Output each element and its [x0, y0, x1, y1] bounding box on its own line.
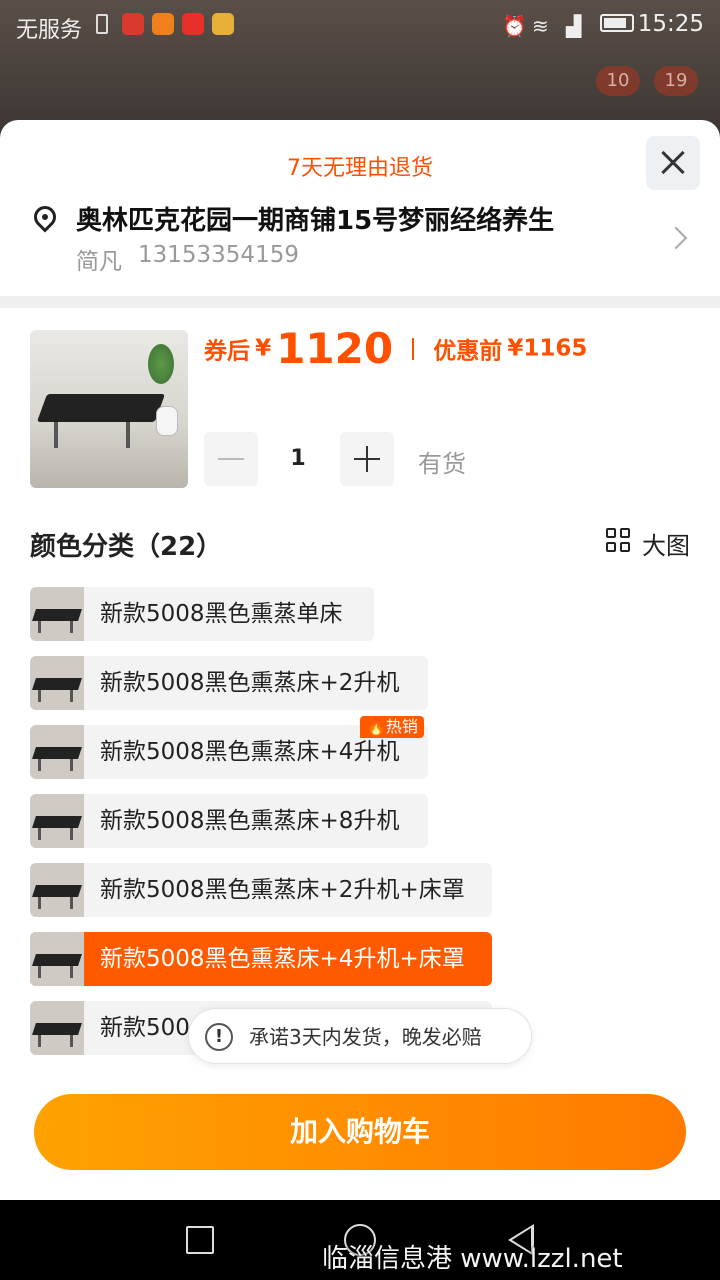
sku-selector-sheet: 7天无理由退货 奥林匹克花园一期商铺15号梦丽经络养生 简凡 131533541…: [0, 120, 720, 1200]
recipient-phone: 13153354159: [138, 242, 299, 268]
coupon-price-label: 券后: [204, 338, 250, 365]
app-notification-icon: [152, 13, 174, 35]
option-label: 新款5008黑色熏蒸床+8升机: [100, 808, 400, 834]
app-notification-icon: [212, 13, 234, 35]
chevron-right-icon: [664, 226, 688, 250]
option-chip-selected[interactable]: 新款5008黑色熏蒸床+4升机+床罩: [30, 932, 492, 986]
status-bar: 无服务 ⏰ ≋ ▟ 15:25: [0, 0, 720, 50]
original-price-label: 优惠前: [433, 338, 503, 365]
background-badge: 10: [596, 66, 640, 96]
shipping-address[interactable]: 奥林匹克花园一期商铺15号梦丽经络养生 简凡 13153354159: [29, 200, 700, 280]
option-thumbnail: [30, 863, 84, 917]
recent-apps-icon[interactable]: [186, 1226, 214, 1254]
option-label: 新款500: [100, 1015, 190, 1041]
grid-view-icon[interactable]: [606, 528, 632, 554]
option-label: 新款5008黑色熏蒸床+4升机: [100, 739, 400, 765]
quantity-increase-button[interactable]: [340, 432, 394, 486]
option-chip[interactable]: 新款5008黑色熏蒸床+2升机+床罩: [30, 863, 492, 917]
divider: [0, 296, 720, 308]
flame-icon: 🔥: [366, 717, 386, 736]
toast-text: 承诺3天内发货，晚发必赔: [249, 1025, 482, 1049]
sim-icon: [96, 14, 108, 34]
alarm-icon: ⏰: [502, 14, 527, 38]
option-thumbnail: [30, 932, 84, 986]
quantity-decrease-button[interactable]: [204, 432, 258, 486]
bed-graphic: [36, 394, 166, 422]
battery-icon: [600, 14, 634, 32]
plant-graphic: [148, 344, 174, 384]
currency-symbol: ¥: [255, 335, 272, 362]
option-chip[interactable]: 新款5008黑色熏蒸单床: [30, 587, 374, 641]
option-label: 新款5008黑色熏蒸床+2升机+床罩: [100, 877, 465, 903]
bed-leg-graphic: [126, 422, 130, 448]
return-policy-label: 7天无理由退货: [287, 156, 433, 181]
bed-leg-graphic: [54, 422, 58, 448]
video-app-icon: [182, 13, 204, 35]
location-pin-icon: [29, 201, 61, 233]
hot-badge-label: 热销: [385, 717, 418, 736]
option-thumbnail: [30, 725, 84, 779]
quantity-value[interactable]: 1: [268, 432, 328, 486]
exclamation-icon: !: [205, 1023, 233, 1051]
carrier-label: 无服务: [16, 18, 83, 43]
option-label: 新款5008黑色熏蒸单床: [100, 601, 343, 627]
option-label: 新款5008黑色熏蒸床+2升机: [100, 670, 400, 696]
add-to-cart-button[interactable]: 加入购物车: [34, 1094, 686, 1170]
stock-status: 有货: [418, 450, 466, 478]
option-thumbnail: [30, 656, 84, 710]
option-thumbnail: [30, 1001, 84, 1055]
price-separator: [412, 337, 415, 360]
background-badge: 19: [654, 66, 698, 96]
app-notification-icon: [122, 13, 144, 35]
original-price: ¥1165: [507, 335, 588, 362]
option-chip[interactable]: 新款5008黑色熏蒸床+8升机: [30, 794, 428, 848]
clock: 15:25: [637, 11, 704, 37]
signal-icon: ▟: [566, 14, 582, 38]
price-block: 券后 ¥ 1120 优惠前 ¥1165: [204, 324, 587, 374]
options-section-title: 颜色分类（22）: [30, 532, 223, 562]
shipping-promise-toast: ! 承诺3天内发货，晚发必赔: [188, 1008, 532, 1064]
option-label: 新款5008黑色熏蒸床+4升机+床罩: [100, 946, 465, 972]
address-title: 奥林匹克花园一期商铺15号梦丽经络养生: [76, 206, 555, 236]
wifi-icon: ≋: [532, 14, 549, 38]
steamer-graphic: [156, 406, 178, 436]
watermark: 临淄信息港 www.lzzl.net: [322, 1244, 623, 1274]
option-thumbnail: [30, 587, 84, 641]
big-view-toggle[interactable]: 大图: [642, 526, 690, 561]
option-chip[interactable]: 新款5008黑色熏蒸床+2升机: [30, 656, 428, 710]
hot-selling-badge: 🔥热销: [360, 716, 424, 738]
product-image[interactable]: [30, 330, 188, 488]
recipient-name: 简凡: [76, 249, 122, 275]
close-button[interactable]: [646, 136, 700, 190]
coupon-price: 1120: [276, 324, 394, 373]
option-thumbnail: [30, 794, 84, 848]
